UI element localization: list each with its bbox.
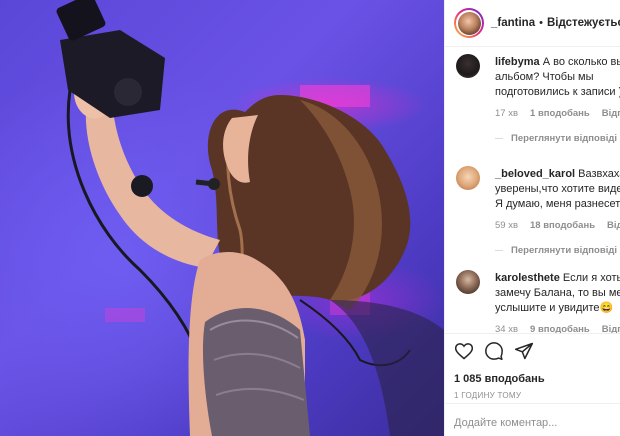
- post-actions: 1 085 вподобань 1 ГОДИНУ ТОМУ: [445, 333, 620, 400]
- view-replies-button[interactable]: Переглянути відповіді: [495, 133, 617, 144]
- comment-icon[interactable]: [484, 341, 504, 366]
- separator-dot: •: [539, 17, 543, 29]
- commenter-username[interactable]: karolesthete: [495, 272, 560, 284]
- comment-likes[interactable]: 1 вподобань: [530, 108, 590, 119]
- heart-icon[interactable]: [454, 341, 474, 366]
- comment-time[interactable]: 17 хв: [495, 108, 518, 119]
- comment-time[interactable]: 59 хв: [495, 220, 518, 231]
- comment-text: замечу Балана, то вы меня: [495, 287, 620, 299]
- comment-text: Я думаю, меня разнесет😳: [495, 198, 620, 210]
- commenter-username[interactable]: _beloved_karol: [495, 168, 575, 180]
- commenter-avatar[interactable]: [456, 54, 480, 78]
- comment-text: альбом? Чтобы мы: [495, 71, 594, 83]
- concert-photo-illustration: [56, 0, 444, 436]
- comment-item: _beloved_karol Вазвхахаавх уверены,что х…: [445, 160, 620, 264]
- post-timestamp[interactable]: 1 ГОДИНУ ТОМУ: [454, 391, 620, 400]
- following-button[interactable]: Відстежується: [547, 17, 620, 29]
- reply-button[interactable]: Відпові: [602, 108, 620, 119]
- view-replies-label: Переглянути відповіді: [511, 133, 617, 144]
- comment-text: Если я хоть гд: [562, 272, 620, 284]
- comment-text: подготовились к записи ))): [495, 86, 620, 98]
- comment-item: karolesthete Если я хоть гд замечу Балан…: [445, 264, 620, 335]
- author-username[interactable]: _fantina: [491, 17, 535, 29]
- comment-item: lifebyma А во сколько вый альбом? Чтобы …: [445, 48, 620, 160]
- commenter-username[interactable]: lifebyma: [495, 56, 540, 68]
- likes-count[interactable]: 1 085 вподобань: [454, 373, 620, 385]
- view-replies-button[interactable]: Переглянути відповіді: [495, 245, 617, 256]
- comment-text: услышите и увидите😄: [495, 302, 614, 314]
- post-sidebar: _fantina • Відстежується lifebyma А во с…: [444, 0, 620, 436]
- share-icon[interactable]: [514, 341, 534, 366]
- commenter-avatar[interactable]: [456, 166, 480, 190]
- comment-text: уверены,что хотите видеть: [495, 183, 620, 195]
- author-avatar[interactable]: [454, 8, 484, 38]
- add-comment-input[interactable]: Додайте коментар...: [445, 403, 620, 436]
- post-header: _fantina • Відстежується: [445, 0, 620, 47]
- post-photo[interactable]: [0, 0, 444, 436]
- comment-text: Вазвхахаавх: [578, 168, 620, 180]
- view-replies-label: Переглянути відповіді: [511, 245, 617, 256]
- comments-list: lifebyma А во сколько вый альбом? Чтобы …: [445, 48, 620, 335]
- reply-button[interactable]: Відпові: [607, 220, 620, 231]
- comment-text: А во сколько вый: [542, 56, 620, 68]
- commenter-avatar[interactable]: [456, 270, 480, 294]
- comment-likes[interactable]: 18 вподобань: [530, 220, 595, 231]
